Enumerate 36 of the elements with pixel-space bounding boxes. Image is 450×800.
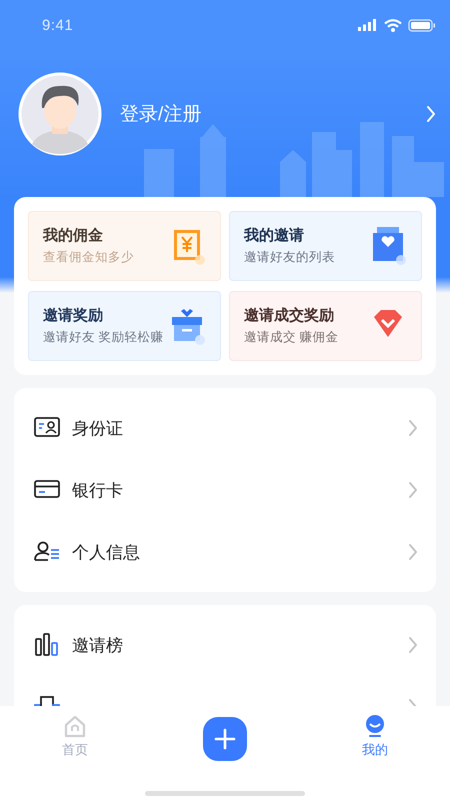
- smiley-user-icon: [363, 714, 387, 738]
- gift-box-icon: [170, 307, 206, 345]
- menu-item[interactable]: 邀请榜: [14, 614, 436, 676]
- chevron-right-icon: [408, 481, 418, 499]
- status-time: 9:41: [42, 16, 74, 34]
- bar-chart-icon: [34, 633, 60, 657]
- menu-item[interactable]: 个人信息: [14, 521, 436, 583]
- home-icon: [63, 714, 87, 738]
- tile-subtitle: 邀请好友的列表: [244, 249, 336, 266]
- tile-subtitle: 邀请好友 奖励轻松赚: [43, 329, 164, 346]
- chevron-right-icon: [408, 543, 418, 561]
- tab[interactable]: 我的: [300, 714, 450, 761]
- chevron-right-icon[interactable]: [426, 105, 436, 123]
- avatar-icon: [18, 72, 102, 156]
- menu-item[interactable]: 身份证: [14, 397, 436, 459]
- shortcut-tile[interactable]: 邀请奖励 邀请好友 奖励轻松赚: [28, 291, 221, 361]
- battery-icon: [408, 18, 436, 32]
- chevron-right-icon: [408, 636, 418, 654]
- chevron-right-icon: [408, 419, 418, 437]
- heart-envelope-icon: [371, 227, 407, 265]
- tile-title: 我的佣金: [43, 226, 104, 245]
- menu-item[interactable]: 银行卡: [14, 459, 436, 521]
- tile-subtitle: 查看佣金知多少: [43, 249, 135, 266]
- shortcut-tile[interactable]: 邀请成交奖励 邀请成交 赚佣金: [229, 291, 422, 361]
- id-card-icon: [34, 416, 60, 440]
- tile-title: 我的邀请: [244, 226, 305, 245]
- tile-title: 邀请成交奖励: [244, 306, 335, 325]
- shortcut-tile[interactable]: 我的邀请 邀请好友的列表: [229, 211, 422, 281]
- add-button[interactable]: [203, 717, 247, 761]
- tile-subtitle: 邀请成交 赚佣金: [244, 329, 340, 346]
- signal-icon: [358, 19, 378, 31]
- wifi-icon: [384, 18, 402, 32]
- shortcut-tile[interactable]: 我的佣金 查看佣金知多少: [28, 211, 221, 281]
- tile-title: 邀请奖励: [43, 306, 104, 325]
- plus-icon: [214, 728, 236, 750]
- user-icon: [34, 540, 60, 564]
